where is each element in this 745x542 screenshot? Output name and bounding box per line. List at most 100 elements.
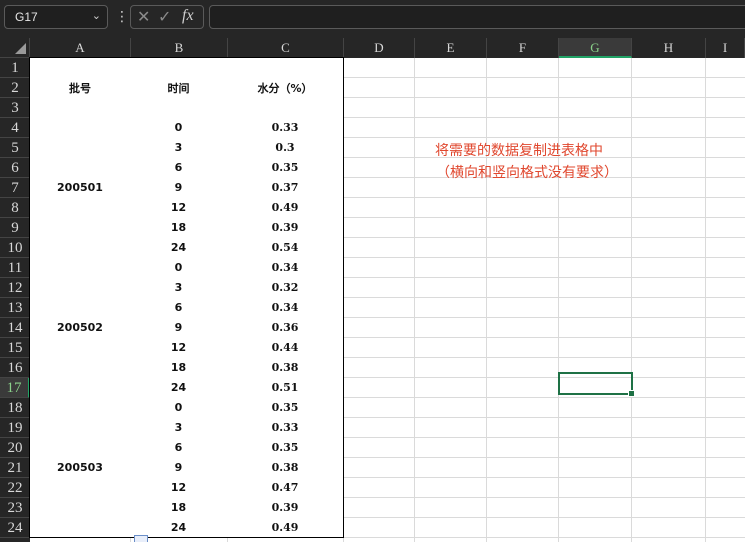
moisture-cell[interactable]: 0.38 (227, 457, 344, 478)
row-header-14[interactable]: 14 (0, 318, 30, 338)
row-header-12[interactable]: 12 (0, 278, 30, 298)
moisture-cell[interactable]: 0.54 (227, 237, 344, 258)
row-header-5[interactable]: 5 (0, 138, 30, 158)
gridline (558, 58, 559, 542)
formula-input[interactable] (209, 5, 745, 29)
moisture-cell[interactable]: 0.49 (227, 517, 344, 538)
header-moisture[interactable]: 水分（%） (227, 57, 344, 118)
moisture-cell[interactable]: 0.35 (227, 437, 344, 458)
formula-bar: G17 ⌄ ⋮ ✕ ✓ fx (0, 0, 745, 38)
row-header-17[interactable]: 17 (0, 378, 30, 398)
moisture-cell[interactable]: 0.33 (227, 417, 344, 438)
time-cell[interactable]: 6 (130, 437, 228, 458)
moisture-cell[interactable]: 0.35 (227, 397, 344, 418)
cancel-icon[interactable]: ✕ (137, 7, 150, 27)
row-header-16[interactable]: 16 (0, 358, 30, 378)
row-header-4[interactable]: 4 (0, 118, 30, 138)
row-header-24[interactable]: 24 (0, 518, 30, 538)
row-header-1[interactable]: 1 (0, 58, 30, 78)
moisture-cell[interactable]: 0.38 (227, 357, 344, 378)
time-cell[interactable]: 18 (130, 497, 228, 518)
instruction-note-sub: （横向和竖向格式没有要求） (436, 165, 618, 181)
row-header-13[interactable]: 13 (0, 298, 30, 318)
confirm-icon[interactable]: ✓ (158, 7, 171, 27)
time-cell[interactable]: 0 (130, 397, 228, 418)
time-cell[interactable]: 9 (130, 177, 228, 198)
moisture-cell[interactable]: 0.39 (227, 497, 344, 518)
moisture-cell[interactable]: 0.44 (227, 337, 344, 358)
name-box[interactable]: G17 ⌄ (4, 5, 108, 29)
time-cell[interactable]: 18 (130, 217, 228, 238)
column-header-B[interactable]: B (131, 38, 228, 58)
row-header-7[interactable]: 7 (0, 178, 30, 198)
moisture-cell[interactable]: 0.34 (227, 297, 344, 318)
moisture-cell[interactable]: 0.33 (227, 117, 344, 138)
moisture-cell[interactable]: 0.36 (227, 317, 344, 338)
column-header-D[interactable]: D (344, 38, 415, 58)
selected-cell[interactable] (558, 372, 635, 397)
moisture-cell[interactable]: 0.32 (227, 277, 344, 298)
moisture-cell[interactable]: 0.34 (227, 257, 344, 278)
column-header-C[interactable]: C (228, 38, 344, 58)
row-header-19[interactable]: 19 (0, 418, 30, 438)
time-cell[interactable]: 6 (130, 297, 228, 318)
row-header-2[interactable]: 2 (0, 78, 30, 98)
moisture-cell[interactable]: 0.51 (227, 377, 344, 398)
row-header-21[interactable]: 21 (0, 458, 30, 478)
time-cell[interactable]: 24 (130, 377, 228, 398)
time-cell[interactable]: 9 (130, 317, 228, 338)
insert-function-icon[interactable]: fx (182, 7, 194, 25)
column-header-G[interactable]: G (559, 38, 632, 58)
row-header-8[interactable]: 8 (0, 198, 30, 218)
moisture-cell[interactable]: 0.3 (227, 137, 344, 158)
header-time[interactable]: 时间 (130, 57, 228, 118)
row-header-11[interactable]: 11 (0, 258, 30, 278)
row-header-25[interactable]: 25 (0, 538, 30, 542)
row-header-22[interactable]: 22 (0, 478, 30, 498)
column-header-A[interactable]: A (30, 38, 131, 58)
moisture-cell[interactable]: 0.49 (227, 197, 344, 218)
time-cell[interactable]: 0 (130, 117, 228, 138)
row-header-6[interactable]: 6 (0, 158, 30, 178)
time-cell[interactable]: 12 (130, 337, 228, 358)
gridline (705, 58, 706, 542)
time-cell[interactable]: 9 (130, 457, 228, 478)
column-header-H[interactable]: H (632, 38, 706, 58)
chevron-down-icon[interactable]: ⌄ (92, 9, 101, 22)
gridline (631, 58, 632, 542)
time-cell[interactable]: 12 (130, 197, 228, 218)
gridline (414, 58, 415, 542)
column-header-F[interactable]: F (487, 38, 559, 58)
time-cell[interactable]: 3 (130, 417, 228, 438)
more-options-icon[interactable]: ⋮ (115, 8, 129, 25)
row-header-3[interactable]: 3 (0, 98, 30, 118)
name-box-value: G17 (15, 10, 38, 24)
time-cell[interactable]: 6 (130, 157, 228, 178)
row-header-20[interactable]: 20 (0, 438, 30, 458)
time-cell[interactable]: 3 (130, 137, 228, 158)
batch-id-cell[interactable]: 200501 (29, 117, 131, 258)
time-cell[interactable]: 24 (130, 237, 228, 258)
column-header-E[interactable]: E (415, 38, 487, 58)
formula-buttons: ✕ ✓ fx (130, 5, 204, 29)
time-cell[interactable]: 12 (130, 477, 228, 498)
spreadsheet-grid[interactable]: ABCDEFGHI 1 2 3 4 5 6 7 8 9 10 11 12 13 14 15 16 17 18 19 2… (0, 38, 745, 542)
header-batch[interactable]: 批号 (29, 57, 131, 118)
moisture-cell[interactable]: 0.37 (227, 177, 344, 198)
column-header-I[interactable]: I (706, 38, 745, 58)
row-header-9[interactable]: 9 (0, 218, 30, 238)
row-header-23[interactable]: 23 (0, 498, 30, 518)
batch-id-cell[interactable]: 200503 (29, 397, 131, 538)
time-cell[interactable]: 0 (130, 257, 228, 278)
time-cell[interactable]: 3 (130, 277, 228, 298)
moisture-cell[interactable]: 0.47 (227, 477, 344, 498)
row-header-15[interactable]: 15 (0, 338, 30, 358)
batch-id-cell[interactable]: 200502 (29, 257, 131, 398)
row-header-10[interactable]: 10 (0, 238, 30, 258)
time-cell[interactable]: 18 (130, 357, 228, 378)
paste-options-icon[interactable] (134, 535, 148, 542)
moisture-cell[interactable]: 0.39 (227, 217, 344, 238)
moisture-cell[interactable]: 0.35 (227, 157, 344, 178)
row-header-18[interactable]: 18 (0, 398, 30, 418)
select-all-button[interactable] (0, 38, 30, 58)
